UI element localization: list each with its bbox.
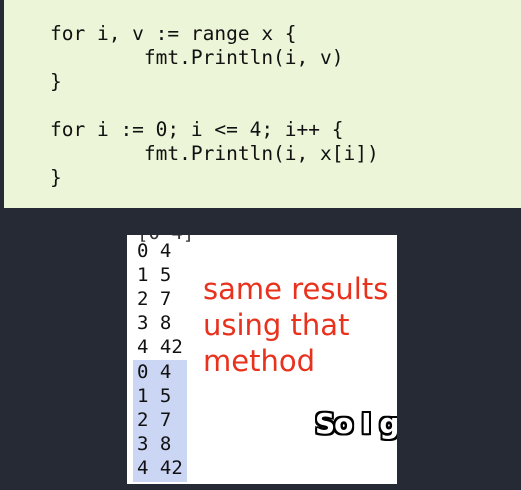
output-line: 1 5 [137,264,172,286]
code-line: for i, v := range x { [50,22,297,45]
output-line-selected: 4 42 [137,457,183,479]
output-line-selected: 0 4 [137,361,172,383]
annotation-text: same results using that method [203,271,388,379]
code-line: } [50,166,62,189]
code-line: fmt.Println(i, x[i]) [50,142,379,165]
output-line-selected: 3 8 [137,433,172,455]
code-editor-panel: for i, v := range x { fmt.Println(i, v)}… [4,0,521,208]
code-line: for i := 0; i <= 4; i++ { [50,118,344,141]
output-line-selected: 1 5 [137,385,172,407]
output-line: 0 4 [137,240,172,262]
code-block: for i, v := range x { fmt.Println(i, v)}… [50,22,379,190]
annotation-line: method [203,344,315,378]
annotation-line: same results [203,272,389,306]
output-line: 4 42 [137,336,183,358]
terminal-output-panel: [0 4] 0 4 1 5 2 7 3 8 4 42 0 4 1 5 2 7 3… [127,235,397,484]
video-subtitle: So I go [315,407,397,440]
code-line: fmt.Println(i, v) [50,46,344,69]
output-line: 3 8 [137,312,172,334]
code-line: } [50,70,62,93]
annotation-line: using that [203,308,350,342]
output-line: 2 7 [137,288,172,310]
output-line-selected: 2 7 [137,409,172,431]
